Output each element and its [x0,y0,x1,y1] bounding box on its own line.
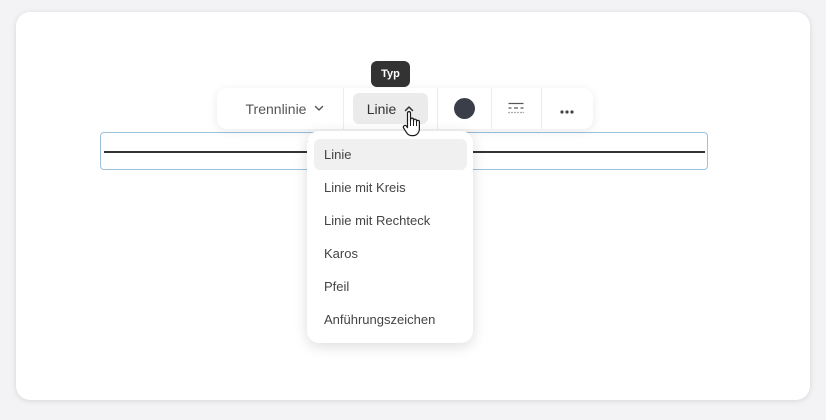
menu-item-pfeil[interactable]: Pfeil [314,271,467,302]
separator-line-right [472,151,705,153]
toolbar-divider [541,88,542,129]
menu-item-label: Karos [324,246,358,261]
separator-style-dropdown[interactable]: Trennlinie [227,93,343,124]
more-options-button[interactable] [551,93,583,124]
type-tooltip: Typ [371,61,410,87]
menu-item-linie[interactable]: Linie [314,139,467,170]
more-horizontal-icon [560,101,574,117]
menu-item-linie-mit-kreis[interactable]: Linie mit Kreis [314,172,467,203]
toolbar-divider [437,88,438,129]
menu-item-linie-mit-rechteck[interactable]: Linie mit Rechteck [314,205,467,236]
chevron-down-icon [314,105,324,112]
toolbar-divider [343,88,344,129]
menu-item-label: Linie mit Rechteck [324,213,431,228]
menu-item-anfuehrungszeichen[interactable]: Anführungszeichen [314,304,467,335]
menu-item-label: Anführungszeichen [324,312,436,327]
menu-item-label: Linie mit Kreis [324,180,406,195]
line-style-button[interactable] [500,93,532,124]
menu-item-karos[interactable]: Karos [314,238,467,269]
line-style-icon [508,101,524,117]
separator-line-left [104,151,309,153]
menu-item-label: Pfeil [324,279,350,294]
type-tooltip-label: Typ [381,68,400,80]
menu-item-label: Linie [324,147,352,162]
hand-pointer-cursor-icon [402,111,422,137]
separator-style-label: Trennlinie [245,100,307,117]
separator-type-label: Linie [366,100,397,117]
separator-type-menu: Linie Linie mit Kreis Linie mit Rechteck… [307,131,473,343]
toolbar-divider [491,88,492,129]
color-picker-button[interactable] [449,93,480,124]
color-swatch [454,98,475,119]
